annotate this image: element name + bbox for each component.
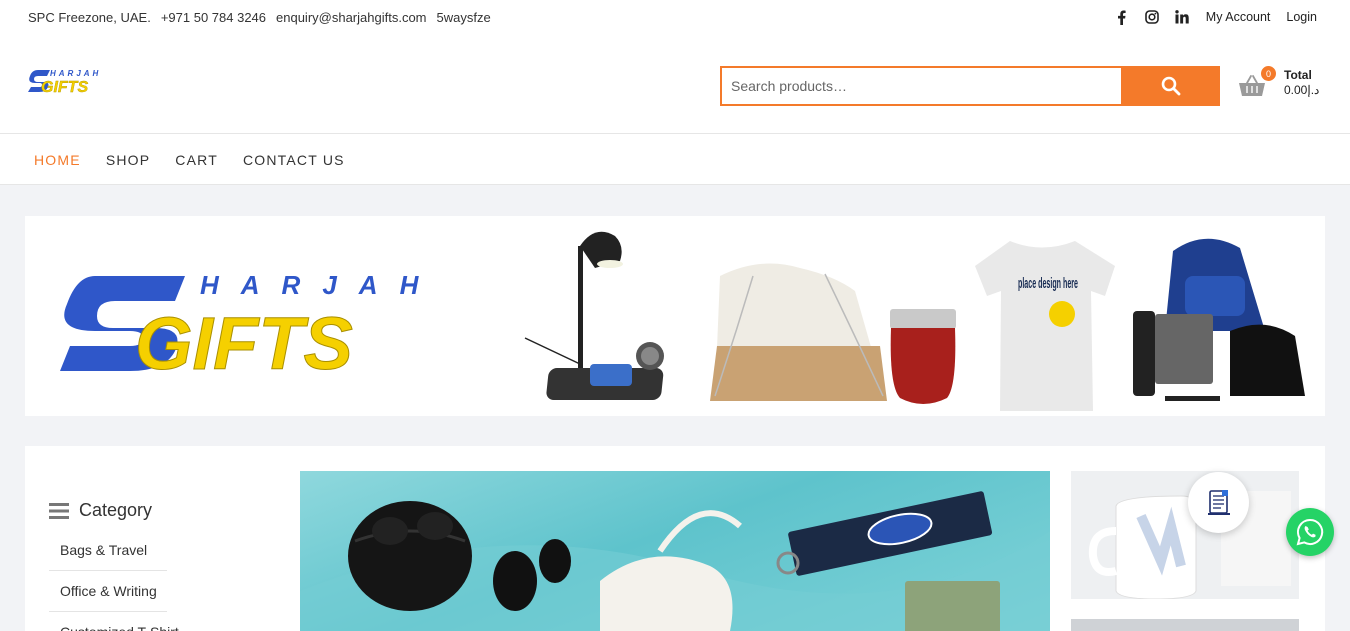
logo-bottom-text: GIFTS: [41, 79, 88, 94]
category-item-bags[interactable]: Bags & Travel: [49, 530, 167, 571]
promo-graphic: [300, 491, 1050, 631]
social-links: [1114, 8, 1190, 26]
my-account-link[interactable]: My Account: [1206, 10, 1271, 24]
search-icon: [1161, 76, 1180, 96]
drawstring-bag-image: [710, 263, 887, 401]
linkedin-icon[interactable]: [1174, 8, 1190, 26]
tshirt-text: place design here: [1018, 275, 1078, 292]
tshirt-image: place design here: [975, 241, 1115, 411]
category-title: Category: [79, 500, 153, 520]
logo-top-text: HARJAH: [50, 69, 101, 78]
facebook-icon[interactable]: [1114, 8, 1130, 26]
nav-item-home[interactable]: HOME: [34, 152, 81, 168]
nav-item-cart[interactable]: CART: [175, 152, 218, 168]
mug-graphic: [1071, 471, 1299, 599]
main-nav: HOME SHOP CART CONTACT US: [0, 134, 1350, 185]
hero-banner[interactable]: HARJAH GIFTS place design here: [25, 216, 1325, 416]
category-header[interactable]: Category: [49, 500, 152, 521]
banner-logo-bottom: GIFTS: [135, 302, 353, 385]
search-bar: [720, 66, 1220, 106]
promo-slider[interactable]: [300, 471, 1050, 631]
side-promo-secondary[interactable]: [1071, 619, 1299, 631]
phone-link[interactable]: +971 50 784 3246: [161, 10, 266, 25]
banner-graphic: HARJAH GIFTS place design here: [60, 231, 1305, 411]
mini-cart[interactable]: 0 Total 0.00د.إ: [1238, 66, 1328, 104]
content-section: Category Bags & Travel Office & Writing …: [25, 446, 1325, 631]
location-text: SPC Freezone, UAE.: [28, 10, 151, 25]
category-list: Bags & Travel Office & Writing Customize…: [49, 530, 179, 631]
catalog-float-button[interactable]: [1188, 472, 1249, 533]
cart-count-badge: 0: [1261, 66, 1276, 81]
category-item-tshirt[interactable]: Customized T-Shirt: [49, 612, 179, 631]
top-bar: SPC Freezone, UAE. +971 50 784 3246 enqu…: [0, 0, 1350, 36]
search-input[interactable]: [720, 66, 1121, 106]
nav-item-shop[interactable]: SHOP: [106, 152, 150, 168]
contact-info: SPC Freezone, UAE. +971 50 784 3246 enqu…: [28, 10, 491, 25]
search-button[interactable]: [1121, 66, 1220, 106]
whatsapp-button[interactable]: [1286, 508, 1334, 556]
tumbler-image: [890, 309, 956, 404]
site-header: HARJAH GIFTS 0 Total 0.00د.إ: [0, 36, 1350, 134]
top-bar-right: My Account Login: [1114, 8, 1317, 26]
category-item-office[interactable]: Office & Writing: [49, 571, 167, 612]
instagram-icon[interactable]: [1144, 8, 1160, 26]
cart-total-label: Total: [1284, 68, 1312, 82]
side-promo-mug[interactable]: [1071, 471, 1299, 599]
backpack-set-image: [1133, 238, 1305, 401]
document-icon: [1207, 489, 1230, 515]
login-link[interactable]: Login: [1286, 10, 1317, 24]
nav-item-contact[interactable]: CONTACT US: [243, 152, 345, 168]
whatsapp-icon: [1296, 518, 1324, 546]
banner-logo-top: HARJAH: [200, 270, 440, 300]
email-link[interactable]: enquiry@sharjahgifts.com: [276, 10, 426, 25]
handle-text: 5waysfze: [436, 10, 491, 25]
cart-total-value: 0.00د.إ: [1284, 83, 1320, 97]
lamp-charger-image: [524, 231, 664, 400]
menu-icon: [49, 502, 69, 519]
site-logo[interactable]: HARJAH GIFTS: [28, 66, 128, 96]
